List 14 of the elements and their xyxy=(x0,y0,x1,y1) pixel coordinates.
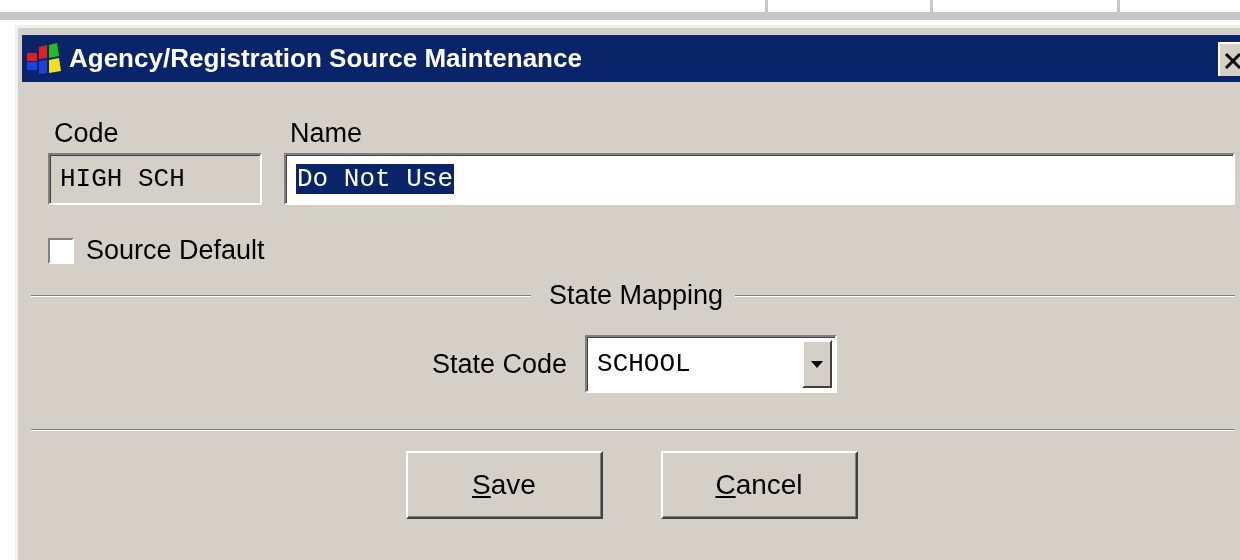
name-label: Name xyxy=(289,118,364,149)
code-label: Code xyxy=(53,118,120,149)
cancel-button[interactable]: Cancel xyxy=(660,451,858,519)
group-legend: State Mapping xyxy=(542,280,724,311)
caret-icon xyxy=(811,360,824,368)
dropdown-button[interactable] xyxy=(802,340,833,388)
window-title: Agency/Registration Source Maintenance xyxy=(69,43,583,74)
source-default-label: Source Default xyxy=(86,235,265,266)
source-default-checkbox[interactable] xyxy=(48,237,74,264)
save-button[interactable]: Save xyxy=(405,451,603,519)
name-field[interactable]: Do Not Use xyxy=(284,153,1235,205)
close-button[interactable] xyxy=(1218,41,1240,76)
state-code-dropdown[interactable]: SCHOOL xyxy=(585,335,838,393)
state-code-label: State Code xyxy=(430,348,568,380)
